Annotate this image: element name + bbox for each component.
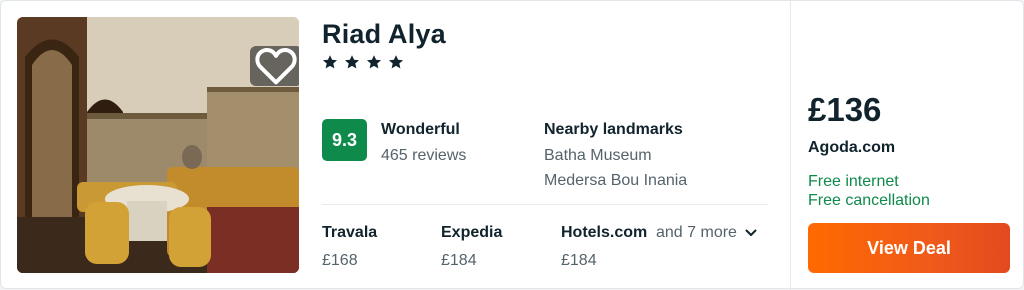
landmark-item: Batha Museum (544, 147, 652, 164)
perk-free-internet: Free internet (808, 173, 899, 190)
heart-icon (255, 48, 297, 85)
more-providers-dropdown[interactable]: and 7 more (656, 224, 757, 242)
landmark-item: Medersa Bou Inania (544, 172, 688, 189)
more-providers-label: and 7 more (656, 224, 737, 241)
rating-score-badge: 9.3 (322, 119, 367, 161)
provider-name[interactable]: Hotels.com (561, 224, 647, 242)
star-icon (366, 55, 382, 69)
favorite-button[interactable] (250, 46, 299, 86)
column-separator (790, 1, 791, 290)
perk-free-cancellation: Free cancellation (808, 192, 930, 209)
provider-price[interactable]: £184 (441, 252, 477, 270)
provider-price[interactable]: £168 (322, 252, 358, 270)
nearby-landmarks-heading: Nearby landmarks (544, 121, 683, 138)
section-divider (322, 204, 768, 205)
provider-price[interactable]: £184 (561, 252, 597, 270)
provider-name[interactable]: Expedia (441, 224, 502, 242)
hotel-photo[interactable] (17, 17, 299, 273)
chevron-down-icon (745, 229, 757, 236)
star-icon (388, 55, 404, 69)
best-price: £136 (808, 91, 882, 128)
best-price-provider: Agoda.com (808, 139, 896, 156)
hotel-name[interactable]: Riad Alya (322, 19, 446, 50)
provider-name[interactable]: Travala (322, 224, 377, 242)
view-deal-button[interactable]: View Deal (808, 223, 1010, 273)
hotel-result-card[interactable]: Riad Alya 9.3 Wonderful 465 reviews Near… (0, 0, 1024, 290)
star-icon (322, 55, 338, 69)
review-count[interactable]: 465 reviews (381, 147, 466, 165)
star-icon (344, 55, 360, 69)
star-rating (322, 54, 404, 70)
rating-word: Wonderful (381, 121, 460, 138)
